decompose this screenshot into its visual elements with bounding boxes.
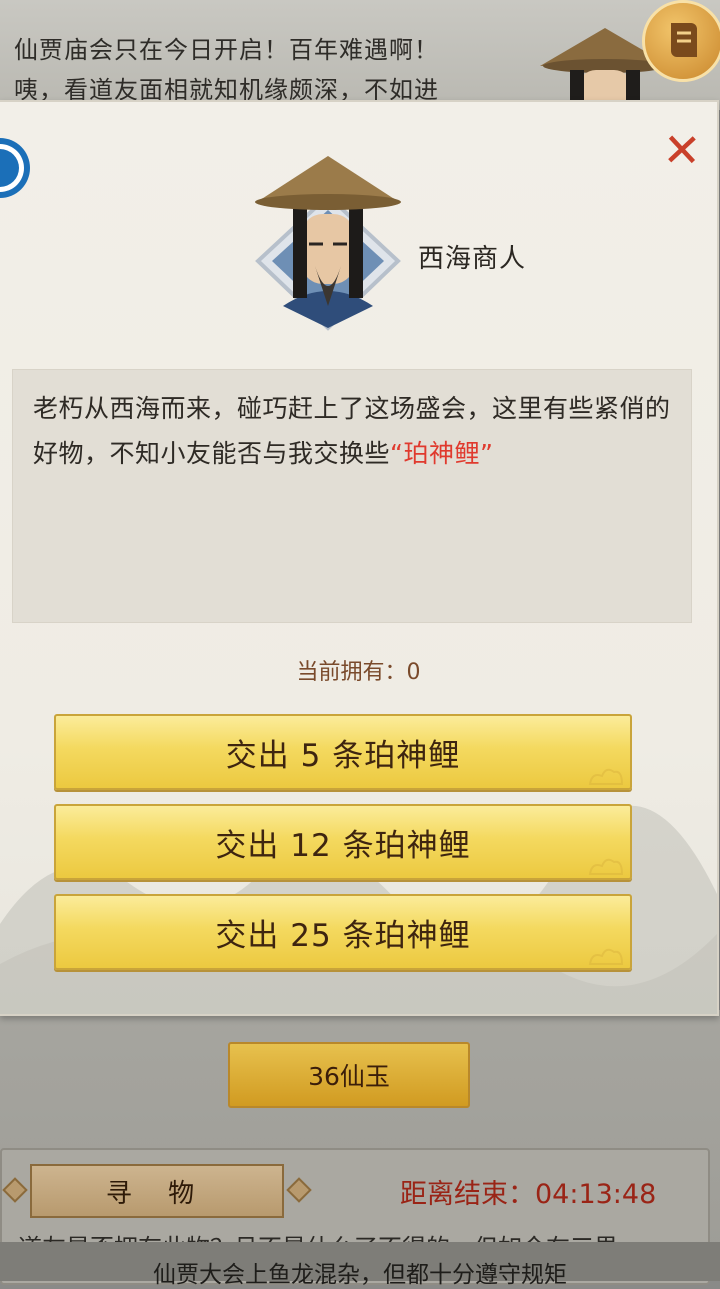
cloud-decoration-icon	[588, 768, 624, 785]
trade-5-button[interactable]: 交出 5 条珀神鲤	[54, 714, 632, 790]
background-header-line-1: 仙贾庙会只在今日开启！百年难遇啊！	[14, 36, 439, 64]
merchant-trade-dialog: ✕ 西海商人 老朽从西海而来，碰巧赶上了这场盛会，这里有些紧俏的好物，不知小友能…	[0, 100, 719, 1016]
trade-12-button[interactable]: 交出 12 条珀神鲤	[54, 804, 632, 880]
bottom-notice-bar: 仙贾大会上鱼龙混杂，但都十分遵守规矩	[0, 1242, 720, 1288]
merchant-dialog-box: 老朽从西海而来，碰巧赶上了这场盛会，这里有些紧俏的好物，不知小友能否与我交换些“…	[12, 369, 692, 623]
dialog-paragraph: 老朽从西海而来，碰巧赶上了这场盛会，这里有些紧俏的好物，不知小友能否与我交换些“…	[33, 386, 683, 476]
price-button[interactable]: 36仙玉	[228, 1042, 470, 1108]
dialog-text: 老朽从西海而来，碰巧赶上了这场盛会，这里有些紧俏的好物，不知小友能否与我交换些	[33, 394, 671, 468]
helper-badge-icon[interactable]	[0, 128, 32, 208]
trade-25-label: 交出 25 条珀神鲤	[215, 917, 471, 954]
section-tag: 寻 物	[30, 1164, 284, 1218]
merchant-portrait	[253, 156, 403, 334]
trade-5-label: 交出 5 条珀神鲤	[225, 737, 461, 774]
cloud-decoration-icon	[588, 858, 624, 875]
merchant-name: 西海商人	[418, 244, 527, 274]
bottom-notice-text: 仙贾大会上鱼龙混杂，但都十分遵守规矩	[153, 1262, 567, 1288]
scroll-menu-icon[interactable]	[642, 0, 720, 82]
cloud-decoration-icon	[588, 948, 624, 965]
trade-12-label: 交出 12 条珀神鲤	[215, 827, 471, 864]
owned-count: 当前拥有：0	[296, 660, 421, 685]
dialog-highlight-item: “珀神鲤”	[390, 439, 494, 468]
close-icon[interactable]: ✕	[657, 122, 707, 177]
countdown-timer: 距离结束：04:13:48	[400, 1179, 657, 1210]
trade-25-button[interactable]: 交出 25 条珀神鲤	[54, 894, 632, 970]
price-button-label: 36仙玉	[308, 1062, 390, 1091]
